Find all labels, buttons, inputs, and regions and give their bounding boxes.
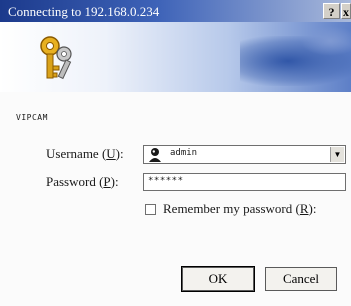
ok-button[interactable]: OK	[181, 266, 255, 292]
remember-password-checkbox[interactable]	[145, 204, 156, 215]
banner	[0, 22, 351, 92]
username-field[interactable]: admin ▼	[143, 145, 346, 164]
password-field[interactable]: ******	[143, 173, 346, 191]
cancel-button[interactable]: Cancel	[265, 267, 337, 291]
realm-label: VIPCAM	[16, 113, 48, 122]
window-title: Connecting to 192.168.0.234	[8, 4, 160, 19]
close-button[interactable]: x	[341, 3, 351, 19]
keys-icon	[40, 36, 72, 80]
help-button[interactable]: ?	[323, 3, 340, 19]
username-label: Username (U):	[46, 146, 124, 161]
password-value: ******	[148, 176, 184, 186]
password-label: Password (P):	[46, 174, 119, 189]
title-bar: Connecting to 192.168.0.234 ? x	[0, 0, 351, 22]
banner-decoration-highlight	[300, 26, 351, 56]
remember-password-label[interactable]: Remember my password (R):	[163, 201, 316, 217]
chevron-down-icon[interactable]: ▼	[330, 147, 344, 162]
username-value: admin	[170, 148, 198, 158]
user-icon	[148, 147, 162, 162]
